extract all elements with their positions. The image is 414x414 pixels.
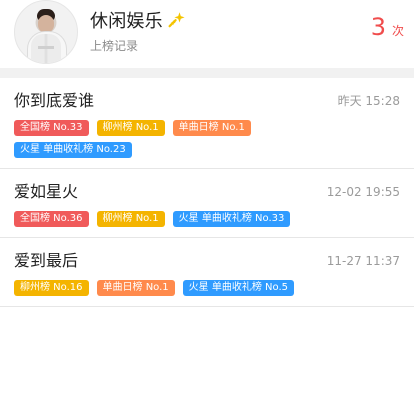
record-time: 11-27 11:37 xyxy=(326,254,400,268)
avatar[interactable] xyxy=(14,0,78,64)
rank-badge: 火星 单曲收礼榜 No.23 xyxy=(14,142,132,158)
profile-header: 休闲娱乐 上榜记录 3 次 xyxy=(0,0,414,66)
sparkle-icon xyxy=(167,10,187,30)
rank-badge: 柳州榜 No.16 xyxy=(14,280,89,296)
record-count-unit: 次 xyxy=(391,24,404,38)
page: 休闲娱乐 上榜记录 3 次 你到底爱谁 昨天 15:28 全国榜 No.33 柳… xyxy=(0,0,414,414)
user-name: 休闲娱乐 xyxy=(90,11,163,32)
avatar-coat xyxy=(31,34,61,63)
section-divider xyxy=(0,68,414,78)
user-name-row: 休闲娱乐 xyxy=(90,8,187,32)
record-count-number: 3 xyxy=(370,13,386,41)
record-item[interactable]: 爱到最后 11-27 11:37 柳州榜 No.16 单曲日榜 No.1 火星 … xyxy=(0,238,414,307)
rank-badge: 火星 单曲收礼榜 No.5 xyxy=(182,280,294,296)
avatar-belt xyxy=(38,46,54,49)
rank-badge: 柳州榜 No.1 xyxy=(96,211,165,227)
record-tags: 柳州榜 No.16 单曲日榜 No.1 火星 单曲收礼榜 No.5 xyxy=(14,280,294,296)
record-time: 12-02 19:55 xyxy=(326,185,400,199)
rank-badge: 全国榜 No.33 xyxy=(14,120,89,136)
subtitle: 上榜记录 xyxy=(90,39,139,53)
record-item[interactable]: 爱如星火 12-02 19:55 全国榜 No.36 柳州榜 No.1 火星 单… xyxy=(0,169,414,238)
rank-badge: 火星 单曲收礼榜 No.33 xyxy=(172,211,291,227)
records-list: 你到底爱谁 昨天 15:28 全国榜 No.33 柳州榜 No.1 单曲日榜 N… xyxy=(0,78,414,307)
rank-badge: 全国榜 No.36 xyxy=(14,211,89,227)
record-item[interactable]: 你到底爱谁 昨天 15:28 全国榜 No.33 柳州榜 No.1 单曲日榜 N… xyxy=(0,78,414,169)
record-tags: 全国榜 No.36 柳州榜 No.1 火星 单曲收礼榜 No.33 xyxy=(14,211,294,227)
rank-badge: 柳州榜 No.1 xyxy=(96,120,165,136)
rank-badge: 单曲日榜 No.1 xyxy=(96,280,175,296)
record-tags: 全国榜 No.33 柳州榜 No.1 单曲日榜 No.1 火星 单曲收礼榜 No… xyxy=(14,120,294,158)
rank-badge: 单曲日榜 No.1 xyxy=(172,120,251,136)
record-count: 3 次 xyxy=(371,15,404,39)
record-time: 昨天 15:28 xyxy=(337,94,400,108)
